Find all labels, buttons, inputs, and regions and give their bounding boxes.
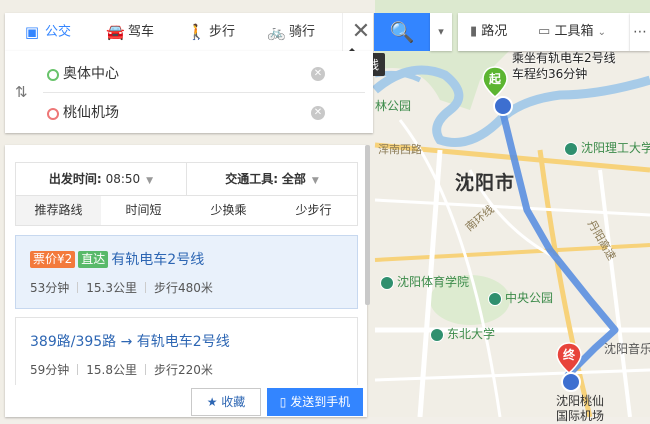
poi-icon [430, 327, 444, 342]
action-bar: ★ 收藏 ▯ 发送到手机 [5, 385, 367, 417]
pref-recommended[interactable]: 推荐路线 [16, 196, 101, 225]
caret-down-icon: ▼ [146, 176, 154, 186]
search-icon: 🔍 [389, 20, 415, 44]
map-label-road: 浑南西路 [378, 143, 422, 156]
search-dropdown[interactable]: ▾ [430, 13, 452, 51]
depart-label: 出发时间: [48, 172, 102, 186]
close-icon: ✕ [351, 19, 371, 44]
vehicle-label: 交通工具: [225, 172, 279, 186]
search-button[interactable]: 🔍 [374, 13, 430, 51]
divider [43, 92, 365, 93]
chevron-down-icon: ⌄ [597, 27, 606, 38]
phone-icon: ▯ [279, 395, 287, 409]
pref-shortest-time[interactable]: 时间短 [101, 196, 186, 225]
toolbox-icon: ▭ [538, 24, 551, 39]
favorite-button[interactable]: ★ 收藏 [191, 388, 261, 416]
route-duration: 59分钟 [30, 363, 70, 377]
route-name: 有轨电车2号线 [111, 252, 205, 268]
map-poi-park[interactable]: 中央公园 [488, 289, 553, 306]
more-icon: ⋯ [633, 24, 647, 40]
car-icon: 🚘 [106, 23, 125, 41]
vehicle-select[interactable]: 交通工具: 全部 ▼ [187, 163, 357, 195]
divider [77, 364, 79, 375]
route-option-1[interactable]: 票价¥2 直达 有轨电车2号线 53分钟 15.3公里 步行480米 [15, 235, 358, 309]
filter-row: 出发时间: 08:50 ▼ 交通工具: 全部 ▼ [16, 163, 357, 196]
route-walk: 步行480米 [154, 281, 213, 295]
end-marker[interactable]: 终 [556, 342, 582, 374]
filter-box: 出发时间: 08:50 ▼ 交通工具: 全部 ▼ 推荐路线 时间短 少换乘 少步行 [15, 162, 358, 226]
depart-time-select[interactable]: 出发时间: 08:50 ▼ [16, 163, 186, 195]
callout-line2: 车程约36分钟 [512, 67, 588, 81]
map-poi-university[interactable]: 沈阳理工大学 [564, 139, 650, 156]
walk-icon: 🚶 [187, 23, 206, 41]
route-name: 389路/395路 → 有轨电车2号线 [30, 334, 230, 350]
depart-time-value: 08:50 [105, 172, 141, 186]
route-distance: 15.3公里 [86, 281, 138, 295]
top-bar: ▣ 公交 🚘 驾车 🚶 步行 🚲 骑行 ✕ 🔍 ▾ ▮ 路况 ▭ 工具箱 ⌄ ⋯ [0, 13, 650, 51]
route-title: 389路/395路 → 有轨电车2号线 [30, 331, 230, 351]
map-label-airport-line2: 国际机场 [556, 409, 605, 423]
divider [145, 364, 147, 375]
map-label-park: 林公园 [375, 99, 412, 113]
pref-least-walking[interactable]: 少步行 [271, 196, 356, 225]
map-poi-university2[interactable]: 东北大学 [430, 325, 495, 342]
map-poi-music[interactable]: 沈阳音乐 [604, 340, 650, 357]
end-point-input[interactable]: 桃仙机场 [63, 96, 119, 130]
route-distance: 15.8公里 [86, 363, 138, 377]
traffic-light-icon: ▮ [470, 24, 478, 39]
route-title: 票价¥2 直达 有轨电车2号线 [30, 249, 204, 269]
start-station-bus-icon[interactable] [493, 96, 513, 116]
bus-icon: ▣ [24, 23, 40, 41]
route-walk: 步行220米 [154, 363, 213, 377]
tab-walk[interactable]: 🚶 步行 [187, 13, 235, 51]
divider [145, 282, 147, 293]
traffic-button[interactable]: ▮ 路况 [470, 13, 507, 51]
vehicle-value: 全部 [281, 172, 306, 186]
star-icon: ★ [206, 395, 218, 409]
divider [77, 282, 79, 293]
route-meta: 59分钟 15.8公里 步行220米 [30, 361, 213, 378]
route-duration: 53分钟 [30, 281, 70, 295]
results-scrollbar[interactable] [365, 145, 370, 305]
poi-icon [488, 291, 502, 306]
bike-icon: 🚲 [267, 23, 286, 41]
caret-down-icon: ▼ [311, 176, 319, 186]
end-point-row[interactable]: 桃仙机场 ✕ [43, 96, 333, 130]
results-panel: 出发时间: 08:50 ▼ 交通工具: 全部 ▼ 推荐路线 时间短 少换乘 少步行 … [5, 145, 367, 417]
pref-fewest-transfers[interactable]: 少换乘 [186, 196, 271, 225]
tab-drive[interactable]: 🚘 驾车 [106, 13, 154, 51]
start-marker[interactable]: 起 [482, 66, 508, 98]
start-dot-icon [47, 69, 59, 81]
route-input-box: ⇅ 奥体中心 ✕ 桃仙机场 ✕ [5, 51, 373, 133]
start-marker-label: 起 [488, 72, 501, 86]
price-badge: 票价¥2 [30, 250, 76, 268]
map-label-city: 沈阳市 [455, 172, 516, 194]
poi-icon [564, 141, 578, 156]
tab-bike[interactable]: 🚲 骑行 [267, 13, 315, 51]
end-dot-icon [47, 108, 59, 120]
clear-end-button[interactable]: ✕ [311, 106, 325, 120]
tool-bar: ▮ 路况 ▭ 工具箱 ⌄ [458, 13, 630, 51]
toolbox-button[interactable]: ▭ 工具箱 ⌄ [538, 13, 606, 51]
start-point-row[interactable]: 奥体中心 ✕ [43, 57, 333, 91]
chevron-down-icon: ▾ [438, 25, 444, 38]
end-station-bus-icon[interactable] [561, 372, 581, 392]
mode-tabs: ▣ 公交 🚘 驾车 🚶 步行 🚲 骑行 ✕ [5, 13, 373, 51]
end-marker-label: 终 [562, 348, 575, 362]
poi-icon [380, 275, 394, 290]
more-button[interactable]: ⋯ [630, 13, 650, 51]
direct-badge: 直达 [78, 250, 109, 268]
callout-line1: 乘坐有轨电车2号线 [512, 51, 616, 65]
route-callout: 乘坐有轨电车2号线 车程约36分钟 [512, 50, 616, 82]
map-poi-stadium[interactable]: 沈阳体育学院 [380, 273, 469, 290]
clear-start-button[interactable]: ✕ [311, 67, 325, 81]
send-to-phone-button[interactable]: ▯ 发送到手机 [267, 388, 363, 416]
route-meta: 53分钟 15.3公里 步行480米 [30, 279, 213, 296]
tab-bus[interactable]: ▣ 公交 [23, 13, 71, 51]
start-point-input[interactable]: 奥体中心 [63, 57, 119, 91]
swap-icon[interactable]: ⇅ [15, 83, 28, 101]
route-option-2[interactable]: 389路/395路 → 有轨电车2号线 59分钟 15.8公里 步行220米 [15, 317, 358, 391]
